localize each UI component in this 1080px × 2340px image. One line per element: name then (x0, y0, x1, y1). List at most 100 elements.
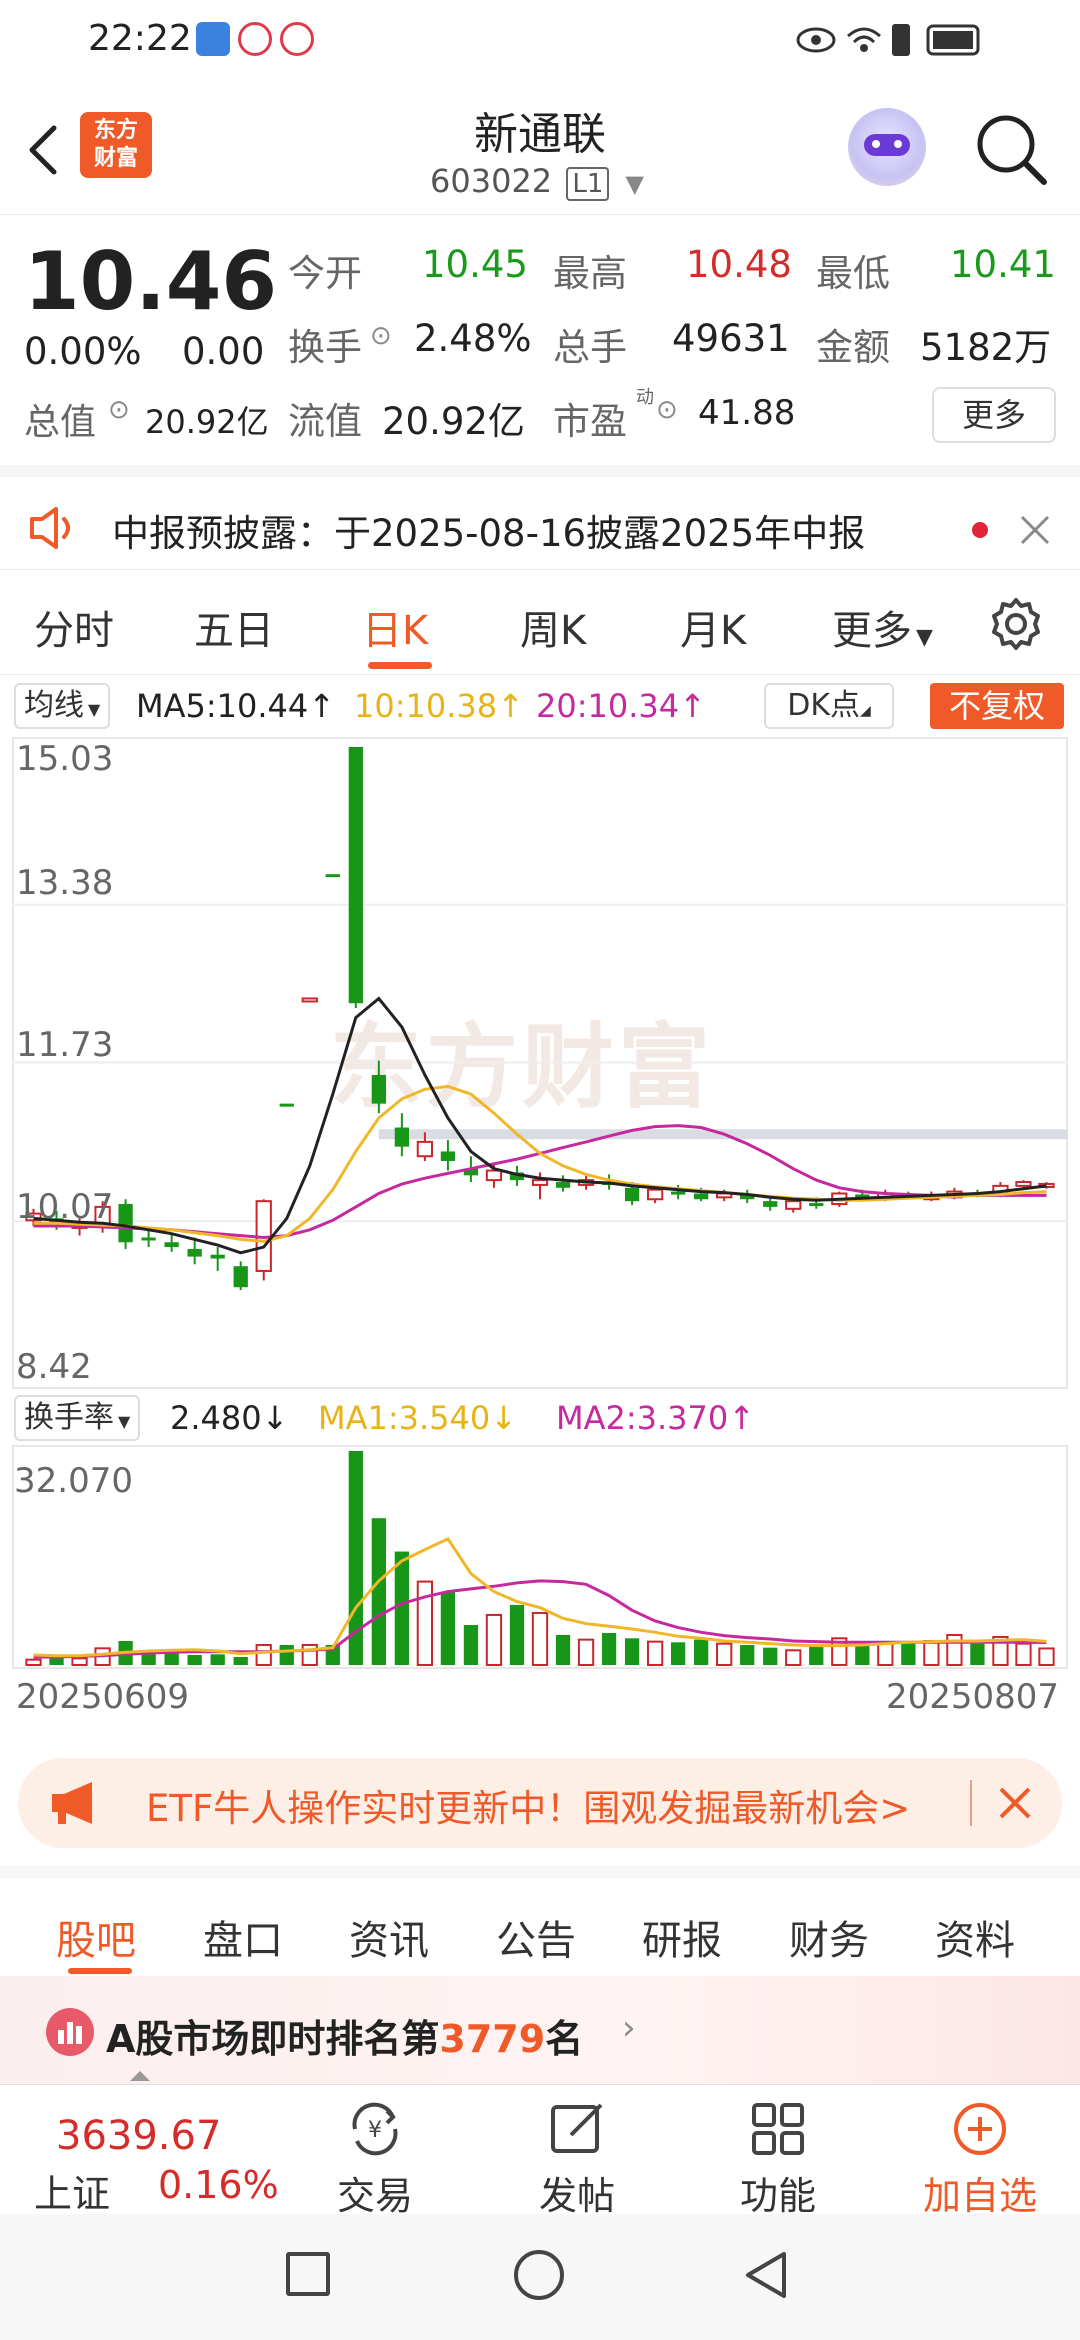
open-value: 10.45 (422, 243, 528, 286)
tab-announcements[interactable]: 公告 (496, 1908, 576, 1966)
chart-icon (46, 2008, 94, 2056)
turnover-bar (416, 1580, 434, 1666)
turnover-bar (901, 1642, 916, 1665)
turnover-chart[interactable] (12, 1445, 1068, 1669)
candle-body (118, 1204, 133, 1243)
assistant-avatar[interactable] (848, 108, 926, 186)
candle-body (301, 997, 318, 1003)
mktcap-value: 20.92亿 (145, 403, 269, 441)
app-notification-icon (238, 22, 272, 56)
notice-bar[interactable]: 中报预披露：于2025-08-16披露2025年中报 (0, 465, 1080, 570)
close-icon[interactable] (996, 1784, 1034, 1822)
turnover-bar (233, 1656, 248, 1665)
turnover-bar (624, 1638, 640, 1665)
candle-body (187, 1248, 202, 1257)
y-axis-label: 8.42 (16, 1347, 92, 1387)
turnover-bar (371, 1518, 386, 1665)
turnover-bar (279, 1644, 294, 1665)
settings-gear-icon[interactable] (988, 596, 1044, 652)
amount-label: 金额 (816, 326, 890, 369)
pe-label: 市盈 (553, 400, 627, 443)
recent-apps-button[interactable] (286, 2252, 330, 2296)
stock-code[interactable]: 603022 L1 ▼ (430, 162, 644, 201)
kline-chart[interactable] (12, 737, 1068, 1389)
candle-body (646, 1188, 664, 1201)
ma10-line (33, 1084, 1047, 1243)
back-nav-button[interactable] (740, 2248, 790, 2302)
notice-text: 中报预披露：于2025-08-16披露2025年中报 (112, 512, 866, 555)
stock-code-text: 603022 (430, 162, 553, 200)
quote-panel: 10.46 0.00% 0.00 总值 ⊙ 20.92亿 今开 10.45 最高… (0, 215, 1080, 465)
tab-intraday[interactable]: 分时 (34, 598, 114, 656)
candle-body (694, 1193, 709, 1200)
search-icon[interactable] (972, 110, 1052, 190)
info-icon[interactable]: ⊙ (656, 395, 678, 425)
pe-superscript: 动 (636, 387, 654, 408)
function-button[interactable]: 功能 (708, 2085, 848, 2220)
candle-body (233, 1266, 248, 1288)
post-button[interactable]: 发帖 (507, 2085, 647, 2220)
date-end: 20250807 (886, 1677, 1060, 1717)
add-watchlist-button[interactable]: 加自选 (910, 2085, 1050, 2220)
y-axis-label: 15.03 (16, 739, 114, 779)
status-icons (796, 24, 980, 56)
turnover-legend: 2.480↓ (170, 1399, 289, 1437)
tab-news[interactable]: 资讯 (349, 1908, 429, 1966)
amount-value: 5182万 (920, 326, 1052, 369)
candle-body (210, 1254, 225, 1259)
current-price: 10.46 (24, 235, 278, 328)
rank-prefix: A股市场即时排名第 (106, 2017, 440, 2061)
ma2-legend: MA2:3.370↑ (556, 1399, 756, 1437)
ma20-legend: 20:10.34↑ (536, 687, 706, 725)
y-axis-label: 11.73 (16, 1025, 114, 1065)
tab-daily-k[interactable]: 日K (362, 598, 428, 656)
turnover-bar (923, 1639, 940, 1667)
tab-monthly-k[interactable]: 月K (680, 598, 746, 656)
high-label: 最高 (553, 252, 627, 295)
more-button[interactable]: 更多 (932, 387, 1056, 443)
trade-button[interactable]: ¥ 交易 (305, 2085, 445, 2220)
change-value: 0.00 (182, 330, 265, 373)
candle-body (763, 1201, 778, 1207)
tab-more[interactable]: 更多 ▼ (832, 598, 933, 656)
function-label: 功能 (739, 2174, 816, 2218)
candle-body (1015, 1181, 1032, 1187)
caret-down-icon: ▼ (88, 700, 101, 719)
volume-value: 49631 (672, 317, 790, 360)
open-label: 今开 (288, 252, 362, 295)
index-value[interactable]: 3639.67 (56, 2113, 221, 2159)
close-icon[interactable] (1018, 513, 1052, 547)
tab-five-day[interactable]: 五日 (194, 598, 274, 656)
candle-body (141, 1237, 156, 1241)
grid-icon (752, 2103, 804, 2155)
active-tab-indicator (68, 1968, 132, 1974)
index-name[interactable]: 上证 (34, 2163, 110, 2218)
tab-weekly-k[interactable]: 周K (520, 598, 586, 656)
turnover-bar (394, 1551, 410, 1665)
home-button[interactable] (514, 2250, 564, 2300)
turnover-bar (463, 1624, 479, 1665)
tab-orderbook[interactable]: 盘口 (203, 1908, 283, 1966)
candle-body (164, 1242, 179, 1248)
market-rank-row[interactable]: A股市场即时排名第3779名 › (0, 1976, 1080, 2084)
dk-point-label: DK点 (787, 688, 860, 723)
info-icon[interactable]: ⊙ (108, 395, 130, 425)
dk-point-button[interactable]: DK点◢ (764, 683, 894, 729)
turnover-bar (210, 1654, 225, 1665)
tab-forum[interactable]: 股吧 (56, 1908, 136, 1966)
sub-indicator-select[interactable]: 换手率 ▼ (14, 1395, 141, 1441)
indicator-select[interactable]: 均线 ▼ (14, 683, 111, 729)
edit-icon (551, 2103, 603, 2153)
turnover-bar (187, 1654, 202, 1665)
info-icon[interactable]: ⊙ (370, 321, 392, 351)
tab-more-label: 更多 (832, 608, 912, 654)
price-adjust-button[interactable]: 不复权 (930, 683, 1064, 729)
candle-body (440, 1151, 456, 1162)
etf-promo-banner[interactable]: ETF牛人操作实时更新中！围观发掘最新机会> (18, 1758, 1062, 1848)
index-change[interactable]: 0.16% (158, 2163, 279, 2207)
tab-finance[interactable]: 财务 (789, 1908, 869, 1966)
tab-profile[interactable]: 资料 (935, 1908, 1015, 1966)
caret-down-icon: ▼ (916, 625, 933, 650)
app-notification-icon (196, 22, 230, 56)
tab-research[interactable]: 研报 (642, 1908, 722, 1966)
